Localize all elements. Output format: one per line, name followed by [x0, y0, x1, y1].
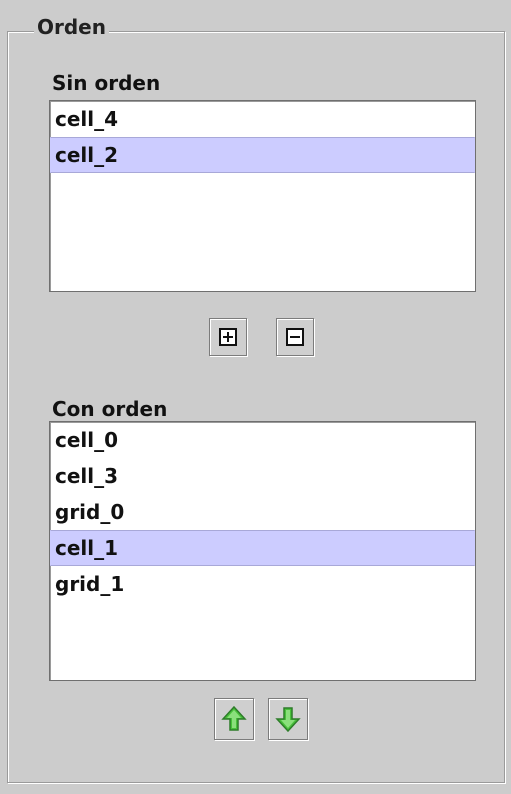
- move-up-button[interactable]: [214, 698, 254, 740]
- list-item[interactable]: grid_0: [50, 494, 475, 530]
- list-item[interactable]: cell_3: [50, 458, 475, 494]
- ordered-list-label: Con orden: [52, 397, 168, 421]
- ordered-list[interactable]: cell_0 cell_3 grid_0 cell_1 grid_1: [49, 421, 476, 681]
- list-item[interactable]: cell_4: [50, 101, 475, 137]
- orden-group-title: Orden: [34, 14, 109, 40]
- minus-box-icon: [286, 328, 304, 346]
- list-item[interactable]: cell_0: [50, 422, 475, 458]
- move-down-button[interactable]: [268, 698, 308, 740]
- arrow-down-icon: [275, 705, 301, 733]
- plus-box-icon: [219, 328, 237, 346]
- unordered-list-label: Sin orden: [52, 71, 161, 95]
- list-item-selected[interactable]: cell_1: [50, 530, 475, 566]
- remove-button[interactable]: [276, 318, 314, 356]
- add-button[interactable]: [209, 318, 247, 356]
- list-item[interactable]: grid_1: [50, 566, 475, 602]
- list-item-selected[interactable]: cell_2: [50, 137, 475, 173]
- unordered-list[interactable]: cell_4 cell_2: [49, 100, 476, 292]
- arrow-up-icon: [221, 705, 247, 733]
